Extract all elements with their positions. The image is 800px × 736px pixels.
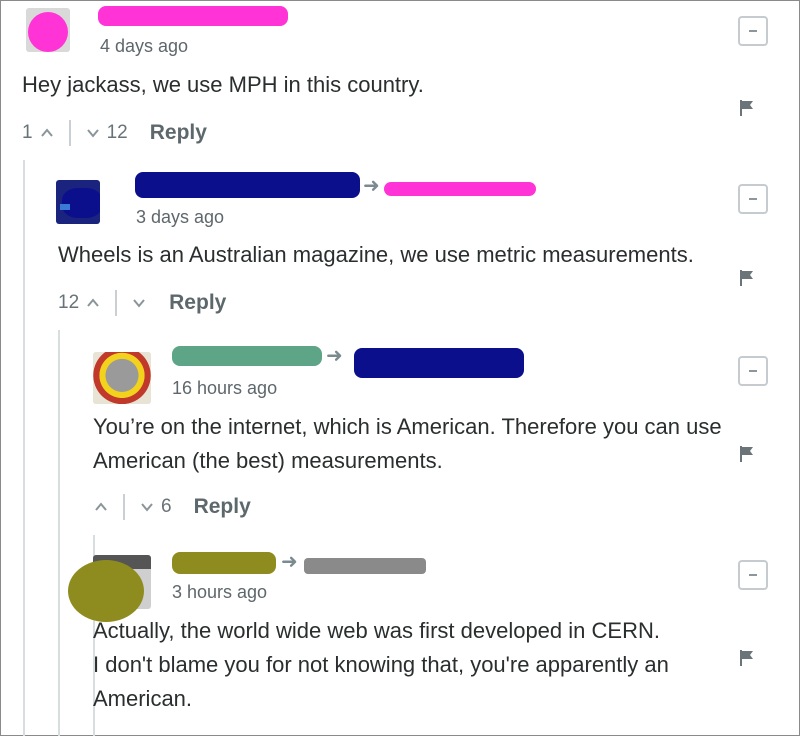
parent-username-redacted[interactable] <box>354 348 524 378</box>
reply-button[interactable]: Reply <box>169 291 226 315</box>
reply-arrow-icon: ➜ <box>281 551 298 573</box>
parent-username-redacted[interactable] <box>384 182 536 196</box>
chevron-up-icon[interactable] <box>85 295 101 311</box>
flag-icon[interactable] <box>740 270 754 286</box>
username-redacted[interactable] <box>135 172 360 198</box>
vote-bar: 6 Reply <box>93 494 251 520</box>
chevron-up-icon[interactable] <box>39 125 55 141</box>
username-redacted[interactable] <box>98 6 288 26</box>
comment-text-line-3: American. <box>93 686 193 711</box>
upvote-count: 12 <box>58 292 80 313</box>
vote-separator <box>123 494 125 520</box>
reply-button[interactable]: Reply <box>194 495 251 519</box>
collapse-icon[interactable] <box>738 184 768 214</box>
avatar-redacted <box>68 560 144 622</box>
vote-separator <box>115 290 118 316</box>
reply-arrow-icon: ➜ <box>363 175 380 197</box>
username-redacted[interactable] <box>172 552 276 574</box>
username-redacted[interactable] <box>172 346 322 366</box>
chevron-up-icon[interactable] <box>93 499 109 515</box>
comment-text-line-1: Actually, the world wide web was first d… <box>93 618 660 643</box>
vote-bar: 12 Reply <box>58 290 226 316</box>
vote-bar: 1 12 Reply <box>22 120 207 146</box>
collapse-icon[interactable] <box>738 16 768 46</box>
comment-timestamp[interactable]: 3 days ago <box>136 207 224 228</box>
collapse-icon[interactable] <box>738 356 768 386</box>
comment-timestamp[interactable]: 3 hours ago <box>172 582 267 603</box>
thread-line-1 <box>23 160 25 736</box>
downvote-count: 6 <box>161 496 172 517</box>
comment-timestamp[interactable]: 16 hours ago <box>172 378 277 399</box>
comment-text-line-1: You’re on the internet, which is America… <box>93 414 722 439</box>
downvote-count: 12 <box>106 122 128 143</box>
upvote-count: 1 <box>22 122 33 143</box>
chevron-down-icon[interactable] <box>85 125 101 141</box>
avatar[interactable] <box>93 352 151 404</box>
comment-timestamp[interactable]: 4 days ago <box>100 36 188 57</box>
comment-text-line-2: American (the best) measurements. <box>93 448 443 473</box>
flag-icon[interactable] <box>740 650 754 666</box>
comment-text: Hey jackass, we use MPH in this country. <box>22 72 424 97</box>
chevron-down-icon[interactable] <box>139 499 155 515</box>
vote-separator <box>68 120 71 146</box>
flag-icon[interactable] <box>740 446 754 462</box>
thread-line-2 <box>58 330 60 736</box>
flag-icon[interactable] <box>740 100 754 116</box>
collapse-icon[interactable] <box>738 560 768 590</box>
comment-text: Wheels is an Australian magazine, we use… <box>58 242 694 267</box>
avatar[interactable] <box>56 180 100 224</box>
parent-username-redacted[interactable] <box>304 558 426 574</box>
reply-arrow-icon: ➜ <box>326 345 343 367</box>
reply-button[interactable]: Reply <box>150 121 207 145</box>
chevron-down-icon[interactable] <box>131 295 147 311</box>
comment-text-line-2: I don't blame you for not knowing that, … <box>93 652 669 677</box>
avatar[interactable] <box>26 8 70 52</box>
